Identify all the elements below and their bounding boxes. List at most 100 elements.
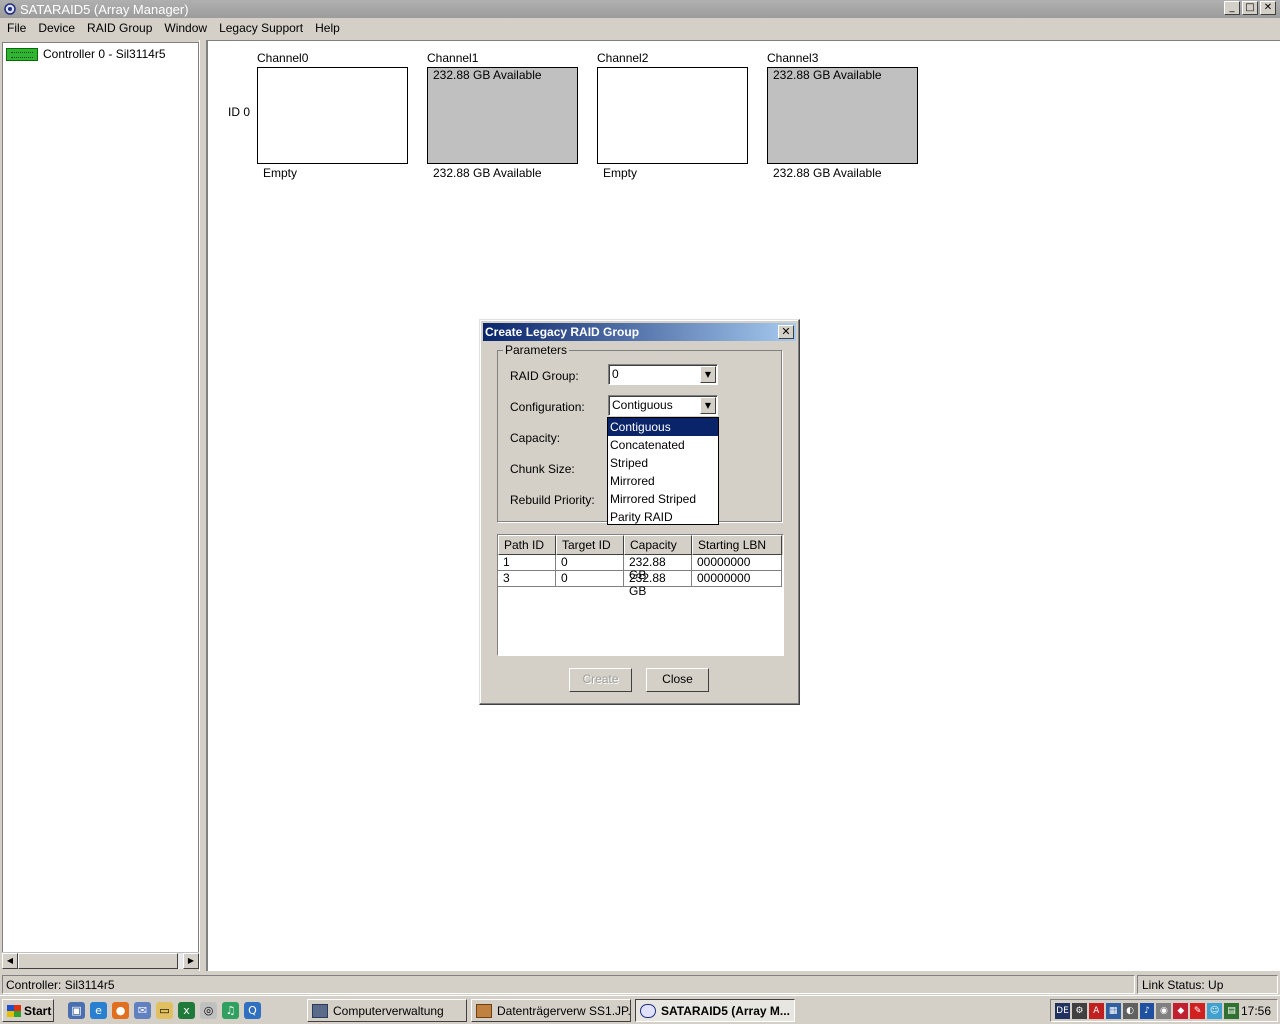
mail-icon[interactable]: ✉ — [134, 1002, 151, 1019]
controller-card-icon — [6, 47, 38, 61]
configuration-label: Configuration: — [510, 400, 585, 414]
clock: 17:56 — [1240, 1003, 1271, 1018]
status-link: Link Status: Up — [1137, 975, 1278, 994]
create-button[interactable]: Create — [569, 668, 632, 692]
steam-icon[interactable]: ⚙ — [1071, 1002, 1087, 1019]
maximize-button[interactable]: □ — [1242, 1, 1258, 15]
disk-status: 232.88 GB Available — [433, 166, 542, 180]
tree-horizontal-scrollbar[interactable]: ◀ ▶ — [2, 952, 199, 969]
excel-icon[interactable]: x — [178, 1002, 195, 1019]
firefox-icon[interactable]: ● — [112, 1002, 129, 1019]
column-target-id[interactable]: Target ID — [556, 535, 624, 555]
rebuild-priority-label: Rebuild Priority: — [510, 493, 595, 507]
disk-slot-empty[interactable] — [257, 67, 408, 164]
menu-file[interactable]: File — [1, 21, 32, 35]
network-icon[interactable]: ▦ — [1105, 1002, 1121, 1019]
disk-slot-available[interactable]: 232.88 GB Available — [767, 67, 918, 164]
raid-group-select[interactable]: 0 ▼ — [608, 364, 718, 385]
menu-device[interactable]: Device — [32, 21, 81, 35]
disk-capacity: 232.88 GB Available — [433, 68, 542, 82]
chevron-down-icon[interactable]: ▼ — [700, 397, 716, 414]
menu-window[interactable]: Window — [158, 21, 213, 35]
drive-icon[interactable]: ▤ — [1224, 1002, 1239, 1019]
acrobat-icon[interactable]: ✎ — [1190, 1002, 1206, 1019]
table-header: Path ID Target ID Capacity Starting LBN — [498, 535, 783, 555]
music-icon[interactable]: ♫ — [222, 1002, 239, 1019]
window-titlebar[interactable]: SATARAID5 (Array Manager) _ □ ✕ — [0, 0, 1280, 18]
channel-0: Channel0 Empty — [257, 51, 409, 180]
disk-status: 232.88 GB Available — [773, 166, 882, 180]
language-indicator[interactable]: DE — [1055, 1002, 1070, 1019]
taskbar-button-computerverwaltung[interactable]: Computerverwaltung — [307, 999, 467, 1022]
table-row[interactable]: 3 0 232.88 GB 00000000 — [498, 571, 783, 598]
raid-group-label: RAID Group: — [510, 369, 579, 383]
channel-1: Channel1 232.88 GB Available 232.88 GB A… — [427, 51, 579, 180]
scroll-left-icon[interactable]: ◀ — [2, 953, 18, 969]
channel-label: Channel1 — [427, 51, 479, 65]
capacity-label: Capacity: — [510, 431, 561, 445]
option-striped[interactable]: Striped — [608, 454, 718, 472]
start-label: Start — [24, 1003, 52, 1018]
table-row[interactable]: 1 0 232.88 GB 00000000 — [498, 555, 783, 582]
menu-help[interactable]: Help — [309, 21, 346, 35]
disk-slot-available[interactable]: 232.88 GB Available — [427, 67, 578, 164]
taskbar-button-sataraid[interactable]: SATARAID5 (Array M... — [635, 999, 795, 1022]
close-button[interactable]: ✕ — [1260, 1, 1276, 15]
configuration-select[interactable]: Contiguous ▼ — [608, 395, 718, 416]
taskbar: Start ▣ e ● ✉ ▭ x ◎ ♫ Q Computerverwaltu… — [0, 995, 1280, 1024]
raid-group-value: 0 — [612, 367, 619, 381]
disk-status: Empty — [603, 166, 638, 180]
disk-slot-empty[interactable] — [597, 67, 748, 164]
dialog-close-button[interactable]: Close — [646, 668, 709, 692]
pane-splitter[interactable] — [199, 40, 207, 971]
configuration-dropdown-list: Contiguous Concatenated Striped Mirrored… — [607, 417, 719, 525]
dialog-titlebar[interactable]: Create Legacy RAID Group ✕ — [483, 323, 796, 341]
start-button[interactable]: Start — [2, 999, 54, 1022]
ati-icon[interactable]: A — [1088, 1002, 1104, 1019]
option-parity-raid[interactable]: Parity RAID — [608, 508, 718, 526]
tree-item-label: Controller 0 - Sil3114r5 — [43, 47, 166, 61]
column-path-id[interactable]: Path ID — [498, 535, 556, 555]
channel-2: Channel2 Empty — [597, 51, 749, 180]
chevron-down-icon[interactable]: ▼ — [700, 366, 716, 383]
option-mirrored-striped[interactable]: Mirrored Striped — [608, 490, 718, 508]
column-starting-lbn[interactable]: Starting LBN — [692, 535, 782, 555]
scroll-thumb[interactable] — [18, 953, 178, 969]
quicktime-icon[interactable]: Q — [244, 1002, 261, 1019]
messenger-icon[interactable]: ☺ — [1207, 1002, 1223, 1019]
channel-label: Channel3 — [767, 51, 819, 65]
disk-capacity: 232.88 GB Available — [773, 68, 882, 82]
row-id-label: ID 0 — [228, 105, 251, 119]
monitor-icon[interactable]: ◐ — [1122, 1002, 1138, 1019]
folder-icon[interactable]: ▭ — [156, 1002, 173, 1019]
sataraid-icon — [640, 1003, 656, 1018]
tree-item-controller[interactable]: Controller 0 - Sil3114r5 — [6, 47, 166, 61]
option-concatenated[interactable]: Concatenated — [608, 436, 718, 454]
cd-icon[interactable]: ◎ — [200, 1002, 217, 1019]
antivirus-icon[interactable]: ◉ — [1156, 1002, 1172, 1019]
image-file-icon — [476, 1003, 492, 1018]
disk-table: Path ID Target ID Capacity Starting LBN … — [497, 534, 784, 656]
dialog-close-icon[interactable]: ✕ — [778, 325, 794, 339]
dialog-title: Create Legacy RAID Group — [485, 325, 640, 339]
security-shield-icon[interactable]: ◆ — [1173, 1002, 1189, 1019]
windows-flag-icon — [7, 1004, 21, 1017]
channel-3: Channel3 232.88 GB Available 232.88 GB A… — [767, 51, 919, 180]
option-contiguous[interactable]: Contiguous — [608, 418, 718, 436]
option-mirrored[interactable]: Mirrored — [608, 472, 718, 490]
ie-icon[interactable]: e — [90, 1002, 107, 1019]
configuration-value: Contiguous — [612, 398, 673, 412]
parameters-legend: Parameters — [503, 343, 570, 357]
window-title: SATARAID5 (Array Manager) — [20, 1, 189, 17]
menu-legacy-support[interactable]: Legacy Support — [213, 21, 309, 35]
desktop-icon[interactable]: ▣ — [68, 1002, 85, 1019]
disk-status: Empty — [263, 166, 298, 180]
scroll-right-icon[interactable]: ▶ — [183, 953, 199, 969]
taskbar-button-datentraeger[interactable]: Datenträgerverw SS1.JP... — [471, 999, 631, 1022]
create-legacy-raid-group-dialog: Create Legacy RAID Group ✕ Parameters RA… — [479, 319, 800, 705]
column-capacity[interactable]: Capacity — [624, 535, 692, 555]
channel-label: Channel2 — [597, 51, 649, 65]
minimize-button[interactable]: _ — [1224, 1, 1240, 15]
menu-raid-group[interactable]: RAID Group — [81, 21, 158, 35]
volume-icon[interactable]: ♪ — [1139, 1002, 1155, 1019]
